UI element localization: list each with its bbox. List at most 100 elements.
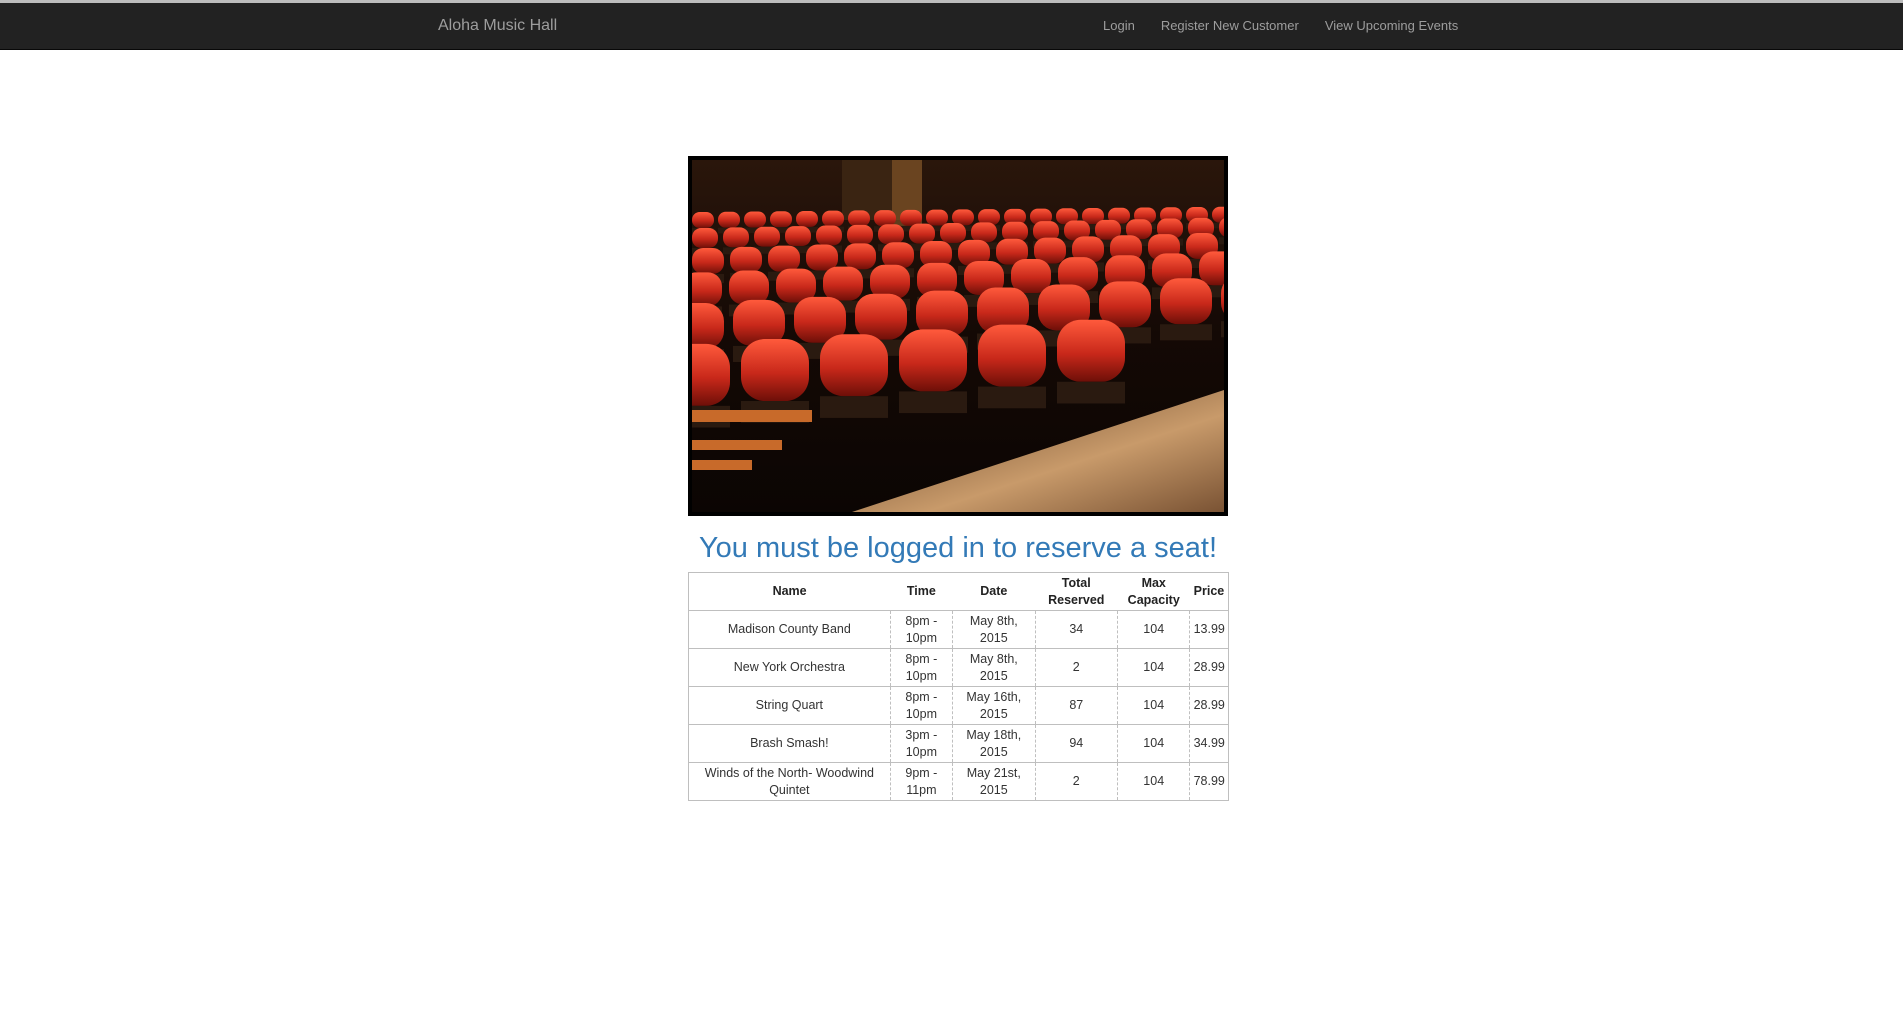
event-max-capacity: 104: [1117, 724, 1190, 763]
armrest-shape: [692, 410, 812, 422]
event-price: 34.99: [1189, 724, 1229, 763]
seat-base-shape: [978, 386, 1046, 409]
event-price: 78.99: [1189, 762, 1229, 801]
seat-shape: [926, 209, 948, 226]
seat-shape: [816, 225, 842, 246]
seat-shape: [692, 212, 714, 228]
seat-shape: [692, 303, 724, 350]
event-price: 13.99: [1189, 610, 1229, 649]
seat-shape: [796, 210, 818, 227]
seat-shape: [899, 329, 967, 392]
nav-links: Login Register New Customer View Upcomin…: [1090, 3, 1471, 49]
event-name: Winds of the North- Woodwind Quintet: [688, 762, 891, 801]
seat-shape: [718, 211, 740, 228]
seat-shape: [692, 248, 724, 274]
register-link[interactable]: Register New Customer: [1148, 3, 1312, 49]
header-total-reserved: Total Reserved: [1035, 572, 1118, 611]
seat-shape: [870, 264, 910, 299]
event-date: May 18th, 2015: [952, 724, 1036, 763]
seat-shape: [1199, 251, 1224, 286]
theater-seats-illustration: [692, 160, 1224, 512]
table-row: String Quart 8pm - 10pm May 16th, 2015 8…: [688, 686, 1229, 725]
navbar: Aloha Music Hall Login Register New Cust…: [0, 3, 1903, 50]
seat-shape: [878, 224, 904, 245]
seat-shape: [692, 272, 722, 307]
seat-shape: [723, 227, 749, 248]
seat-base-shape: [899, 391, 967, 414]
event-total-reserved: 94: [1034, 724, 1118, 763]
seat-shape: [768, 245, 800, 272]
event-name: New York Orchestra: [688, 648, 891, 687]
header-date: Date: [952, 572, 1036, 611]
event-date: May 16th, 2015: [952, 686, 1036, 725]
seat-shape: [952, 209, 974, 226]
event-date: May 8th, 2015: [952, 610, 1036, 649]
seat-shape: [729, 270, 769, 305]
table-row: Madison County Band 8pm - 10pm May 8th, …: [688, 610, 1229, 649]
seat-shape: [971, 222, 997, 243]
seat-shape: [1057, 319, 1125, 382]
seat-shape: [820, 334, 888, 397]
table-row: New York Orchestra 8pm - 10pm May 8th, 2…: [688, 648, 1229, 687]
seat-shape: [744, 211, 766, 228]
events-table: Name Time Date Total Reserved Max Capaci…: [688, 572, 1229, 801]
seat-base-shape: [820, 396, 888, 418]
event-time: 3pm - 10pm: [889, 724, 953, 763]
event-max-capacity: 104: [1117, 610, 1190, 649]
armrest-shape: [692, 460, 752, 470]
seat-shape: [874, 210, 896, 227]
seat-shape: [909, 223, 935, 244]
event-date: May 21st, 2015: [952, 762, 1036, 801]
seat-shape: [978, 324, 1046, 387]
event-total-reserved: 34: [1034, 610, 1118, 649]
event-time: 8pm - 10pm: [889, 686, 953, 725]
event-price: 28.99: [1189, 648, 1229, 687]
seat-shape: [741, 339, 809, 402]
event-name: Madison County Band: [688, 610, 891, 649]
brand-link[interactable]: Aloha Music Hall: [438, 3, 557, 49]
header-max-capacity: Max Capacity: [1117, 572, 1190, 611]
seat-shape: [882, 242, 914, 269]
event-time: 9pm - 11pm: [889, 762, 953, 801]
seat-shape: [822, 210, 844, 227]
seat-base-shape: [1160, 324, 1212, 341]
event-max-capacity: 104: [1117, 648, 1190, 687]
table-row: Brash Smash! 3pm - 10pm May 18th, 2015 9…: [688, 724, 1229, 763]
event-total-reserved: 2: [1034, 648, 1118, 687]
event-time: 8pm - 10pm: [889, 610, 953, 649]
theater-seats-image: [688, 156, 1228, 516]
event-name: Brash Smash!: [688, 724, 891, 763]
header-name: Name: [688, 572, 891, 611]
seat-shape: [754, 226, 780, 247]
armrest-shape: [692, 440, 782, 450]
seat-shape: [692, 228, 718, 248]
seat-shape: [855, 293, 907, 340]
login-required-notice: You must be logged in to reserve a seat!: [698, 532, 1218, 564]
seat-shape: [848, 210, 870, 227]
event-price: 28.99: [1189, 686, 1229, 725]
event-total-reserved: 2: [1034, 762, 1118, 801]
seat-shape: [1002, 221, 1028, 242]
seat-shape: [730, 246, 762, 273]
event-max-capacity: 104: [1117, 762, 1190, 801]
table-row: Winds of the North- Woodwind Quintet 9pm…: [688, 762, 1229, 801]
login-link[interactable]: Login: [1090, 3, 1148, 49]
seat-shape: [785, 226, 811, 247]
seat-shape: [940, 222, 966, 243]
event-max-capacity: 104: [1117, 686, 1190, 725]
seat-base-shape: [1219, 237, 1224, 245]
seat-base-shape: [1057, 381, 1125, 404]
header-price: Price: [1189, 572, 1229, 611]
event-name: String Quart: [688, 686, 891, 725]
seat-shape: [1160, 278, 1212, 325]
seat-base-shape: [1221, 321, 1224, 338]
seat-shape: [1011, 259, 1051, 294]
event-total-reserved: 87: [1034, 686, 1118, 725]
seat-shape: [692, 343, 730, 406]
seat-shape: [844, 243, 876, 270]
seat-shape: [806, 244, 838, 271]
header-time: Time: [890, 572, 953, 611]
table-header-row: Name Time Date Total Reserved Max Capaci…: [688, 572, 1229, 611]
upcoming-events-link[interactable]: View Upcoming Events: [1312, 3, 1471, 49]
seat-shape: [900, 209, 922, 226]
